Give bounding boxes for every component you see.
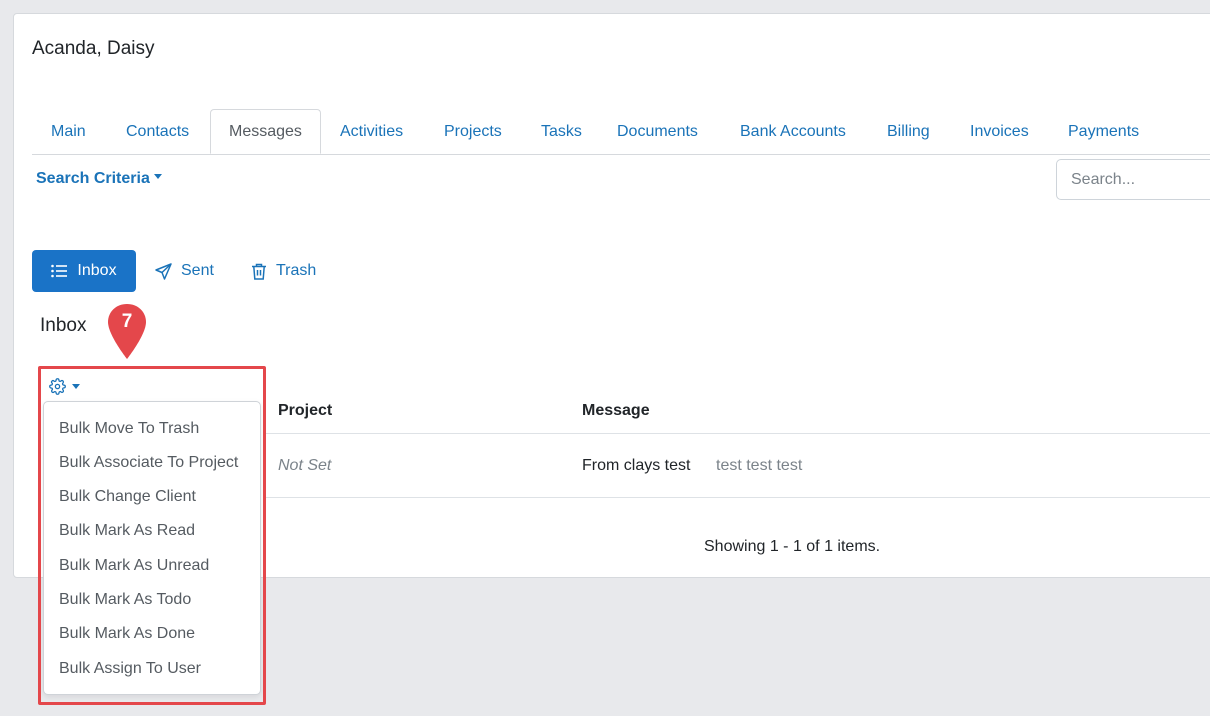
tab-projects[interactable]: Projects bbox=[444, 109, 502, 153]
tab-documents[interactable]: Documents bbox=[617, 109, 698, 153]
message-subject-link[interactable]: From clays test bbox=[582, 457, 690, 475]
client-name: Acanda, Daisy bbox=[32, 38, 155, 59]
table-header-divider bbox=[265, 433, 1210, 434]
tab-invoices[interactable]: Invoices bbox=[970, 109, 1029, 153]
tab-contacts[interactable]: Contacts bbox=[126, 109, 189, 153]
column-header-project[interactable]: Project bbox=[278, 402, 332, 420]
trash-button[interactable]: Trash bbox=[251, 258, 316, 284]
annotation-highlight-box bbox=[38, 366, 266, 705]
caret-down-icon bbox=[153, 174, 162, 180]
paper-plane-icon bbox=[155, 262, 172, 280]
search-input[interactable] bbox=[1056, 159, 1210, 200]
inbox-button[interactable]: Inbox bbox=[32, 250, 136, 292]
tab-tasks[interactable]: Tasks bbox=[541, 109, 582, 153]
annotation-step-number: 7 bbox=[121, 311, 133, 332]
tab-main[interactable]: Main bbox=[51, 109, 86, 153]
column-header-message[interactable]: Message bbox=[582, 402, 650, 420]
inbox-button-label: Inbox bbox=[77, 262, 117, 279]
tab-billing[interactable]: Billing bbox=[887, 109, 930, 153]
tab-bar: Main Contacts Messages Activities Projec… bbox=[32, 109, 1210, 155]
cell-project: Not Set bbox=[278, 457, 332, 474]
trash-icon bbox=[251, 263, 267, 280]
sent-button[interactable]: Sent bbox=[155, 258, 214, 284]
search-criteria-label: Search Criteria bbox=[36, 170, 150, 187]
tab-payments[interactable]: Payments bbox=[1068, 109, 1139, 153]
pagination-summary: Showing 1 - 1 of 1 items. bbox=[704, 538, 881, 555]
tab-bank-accounts[interactable]: Bank Accounts bbox=[740, 109, 846, 153]
table-row-divider bbox=[265, 497, 1210, 498]
trash-button-label: Trash bbox=[276, 262, 317, 279]
tab-activities[interactable]: Activities bbox=[340, 109, 403, 153]
sent-button-label: Sent bbox=[181, 262, 214, 279]
list-icon bbox=[51, 264, 68, 278]
tab-messages[interactable]: Messages bbox=[210, 109, 321, 154]
message-preview: test test test bbox=[716, 457, 803, 474]
search-criteria-toggle[interactable]: Search Criteria bbox=[36, 170, 162, 188]
section-title: Inbox bbox=[40, 315, 87, 336]
